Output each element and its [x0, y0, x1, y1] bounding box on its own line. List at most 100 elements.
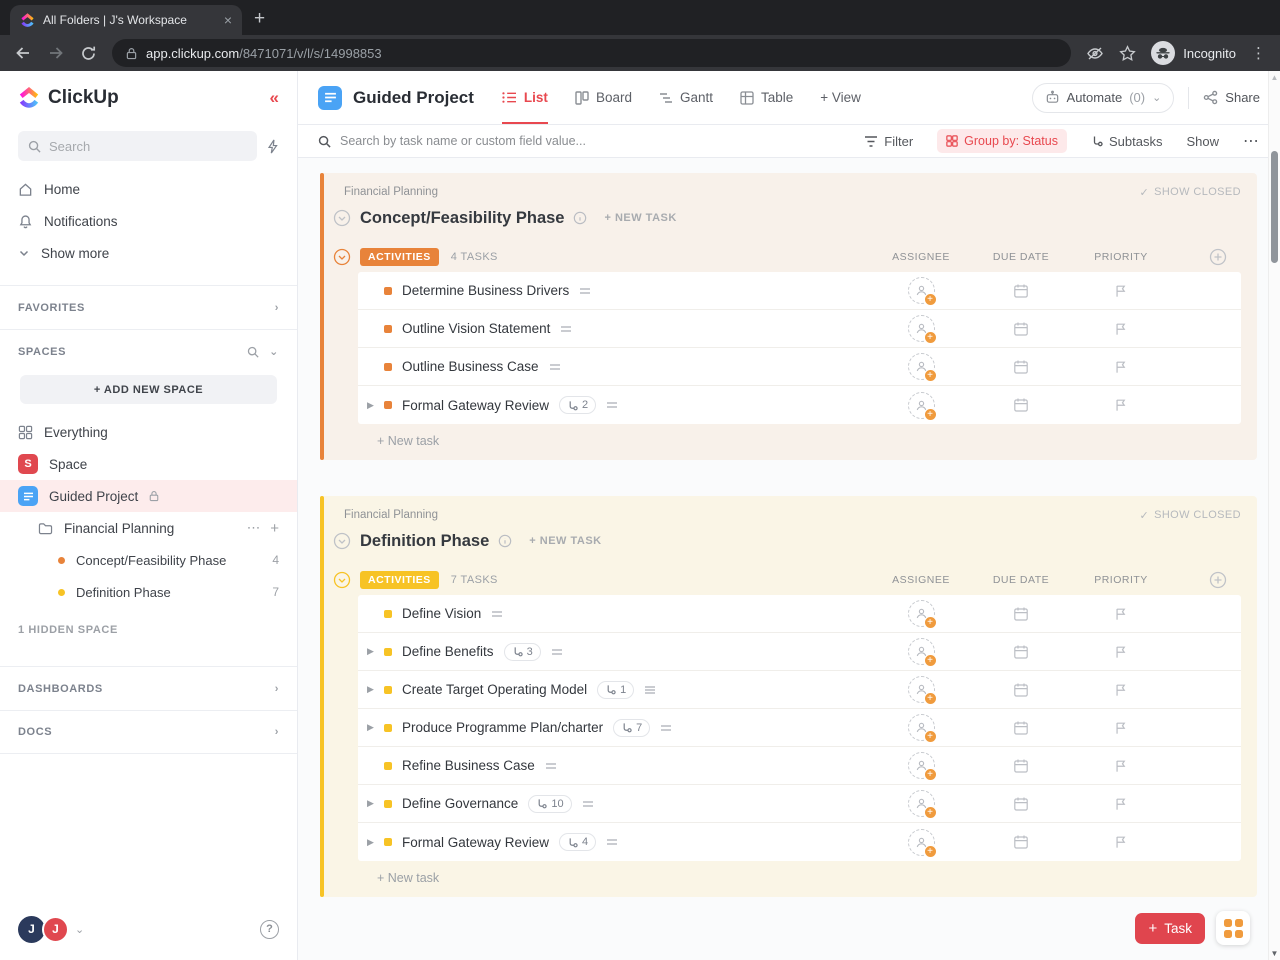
task-name[interactable]: Define Vision — [402, 606, 481, 621]
assignee-add-icon[interactable]: + — [907, 676, 937, 705]
sidebar-item-definition-phase[interactable]: Definition Phase 7 — [0, 576, 297, 608]
due-date-icon[interactable] — [1013, 321, 1029, 337]
sidebar-section-spaces[interactable]: SPACES ⌄ — [0, 329, 297, 373]
task-name[interactable]: Create Target Operating Model — [402, 682, 587, 697]
due-date-icon[interactable] — [1013, 359, 1029, 375]
tab-add-view[interactable]: + View — [820, 71, 861, 124]
task-row[interactable]: ▶ Define Governance 10 + — [358, 785, 1241, 823]
sidebar-search-input[interactable] — [49, 138, 247, 154]
scroll-up-icon[interactable]: ▲ — [1269, 73, 1280, 82]
tab-list[interactable]: List — [501, 71, 548, 124]
automate-button[interactable]: Automate (0) ⌄ — [1031, 82, 1175, 113]
group-title[interactable]: Concept/Feasibility Phase — [360, 209, 564, 228]
assignee-add-icon[interactable]: + — [907, 752, 937, 781]
due-date-icon[interactable] — [1013, 283, 1029, 299]
sidebar-search[interactable] — [18, 131, 257, 161]
new-task-header-button[interactable]: + NEW TASK — [604, 212, 676, 224]
task-name[interactable]: Define Benefits — [402, 644, 494, 659]
assignee-add-icon[interactable]: + — [907, 277, 937, 306]
filter-button[interactable]: Filter — [864, 134, 913, 149]
task-name[interactable]: Define Governance — [402, 796, 518, 811]
priority-flag-icon[interactable] — [1114, 607, 1128, 621]
priority-flag-icon[interactable] — [1114, 360, 1128, 374]
task-status-bullet[interactable] — [384, 838, 392, 846]
priority-flag-icon[interactable] — [1114, 759, 1128, 773]
new-task-header-button[interactable]: + NEW TASK — [529, 535, 601, 547]
priority-flag-icon[interactable] — [1114, 284, 1128, 298]
spaces-search-icon[interactable] — [247, 346, 259, 358]
due-date-icon[interactable] — [1013, 758, 1029, 774]
tab-board[interactable]: Board — [575, 71, 632, 124]
assignee-add-icon[interactable]: + — [907, 391, 937, 421]
sidebar-section-favorites[interactable]: FAVORITES › — [0, 285, 297, 329]
priority-flag-icon[interactable] — [1114, 683, 1128, 697]
subtask-count-badge[interactable]: 1 — [597, 680, 635, 699]
priority-flag-icon[interactable] — [1114, 797, 1128, 811]
sidebar-section-dashboards[interactable]: DASHBOARDS › — [0, 666, 297, 710]
collapse-group-icon[interactable] — [333, 209, 351, 227]
sidebar-item-financial-planning[interactable]: Financial Planning ⋯ + — [0, 512, 297, 544]
workspace-avatar[interactable]: J — [18, 915, 45, 943]
task-row[interactable]: ▶ Determine Business Drivers + — [358, 272, 1241, 310]
show-closed-button[interactable]: ✓ SHOW CLOSED — [1139, 186, 1241, 199]
priority-flag-icon[interactable] — [1114, 721, 1128, 735]
assignee-add-icon[interactable]: + — [907, 828, 937, 858]
priority-flag-icon[interactable] — [1114, 645, 1128, 659]
hidden-space-label[interactable]: 1 HIDDEN SPACE — [0, 608, 297, 640]
sidebar-item-concept-phase[interactable]: Concept/Feasibility Phase 4 — [0, 544, 297, 576]
sidebar-item-space[interactable]: S Space — [0, 448, 297, 480]
folder-more-icon[interactable]: ⋯ — [247, 520, 261, 536]
sidebar-item-everything[interactable]: Everything — [0, 416, 297, 448]
subtasks-button[interactable]: Subtasks — [1091, 134, 1162, 149]
add-new-space-button[interactable]: + ADD NEW SPACE — [20, 375, 277, 404]
assignee-add-icon[interactable]: + — [907, 600, 937, 629]
add-column-icon[interactable] — [1209, 571, 1227, 589]
automation-bolt-icon[interactable] — [267, 139, 279, 154]
priority-flag-icon[interactable] — [1114, 835, 1128, 849]
subtask-count-badge[interactable]: 4 — [559, 833, 597, 851]
breadcrumb[interactable]: Financial Planning — [344, 509, 438, 521]
group-by-button[interactable]: Group by: Status — [937, 129, 1067, 153]
due-date-icon[interactable] — [1013, 606, 1029, 622]
status-badge[interactable]: ACTIVITIES — [360, 571, 439, 589]
task-status-bullet[interactable] — [384, 362, 392, 371]
new-tab-button[interactable]: + — [254, 9, 265, 28]
assignee-add-icon[interactable]: + — [907, 790, 937, 819]
assignee-add-icon[interactable]: + — [907, 353, 937, 382]
browser-menu-icon[interactable]: ⋮ — [1251, 44, 1266, 62]
subtask-count-badge[interactable]: 10 — [528, 794, 572, 813]
column-due-date[interactable]: DUE DATE — [971, 574, 1071, 586]
task-row[interactable]: ▶ Define Benefits 3 + — [358, 633, 1241, 671]
task-row[interactable]: ▶ Refine Business Case + — [358, 747, 1241, 785]
add-task-button[interactable]: + New task — [377, 434, 1241, 448]
share-button[interactable]: Share — [1203, 90, 1260, 105]
help-icon[interactable]: ? — [260, 919, 279, 939]
expand-arrow-icon[interactable]: ▶ — [367, 684, 384, 695]
group-title[interactable]: Definition Phase — [360, 532, 489, 551]
new-task-floating-button[interactable]: + Task — [1135, 912, 1205, 944]
task-name[interactable]: Outline Vision Statement — [402, 321, 550, 336]
due-date-icon[interactable] — [1013, 644, 1029, 660]
user-avatar[interactable]: J — [42, 915, 69, 943]
info-icon[interactable] — [573, 211, 587, 225]
task-status-bullet[interactable] — [384, 286, 392, 295]
due-date-icon[interactable] — [1013, 682, 1029, 698]
expand-arrow-icon[interactable]: ▶ — [367, 646, 384, 657]
show-button[interactable]: Show — [1186, 134, 1219, 149]
column-due-date[interactable]: DUE DATE — [971, 251, 1071, 263]
task-row[interactable]: ▶ Produce Programme Plan/charter 7 + — [358, 709, 1241, 747]
task-status-bullet[interactable] — [384, 647, 392, 656]
collapse-group-icon[interactable] — [333, 532, 351, 550]
due-date-icon[interactable] — [1013, 720, 1029, 736]
apps-launcher-button[interactable] — [1216, 911, 1250, 945]
sidebar-item-home[interactable]: Home — [0, 173, 297, 205]
task-name[interactable]: Outline Business Case — [402, 359, 539, 374]
forward-icon[interactable] — [47, 44, 65, 62]
assignee-add-icon[interactable]: + — [907, 638, 937, 667]
column-priority[interactable]: PRIORITY — [1071, 251, 1171, 263]
expand-arrow-icon[interactable]: ▶ — [367, 722, 384, 733]
add-column-icon[interactable] — [1209, 248, 1227, 266]
subtask-count-badge[interactable]: 2 — [559, 396, 597, 414]
expand-arrow-icon[interactable]: ▶ — [367, 400, 384, 411]
task-status-bullet[interactable] — [384, 761, 392, 770]
